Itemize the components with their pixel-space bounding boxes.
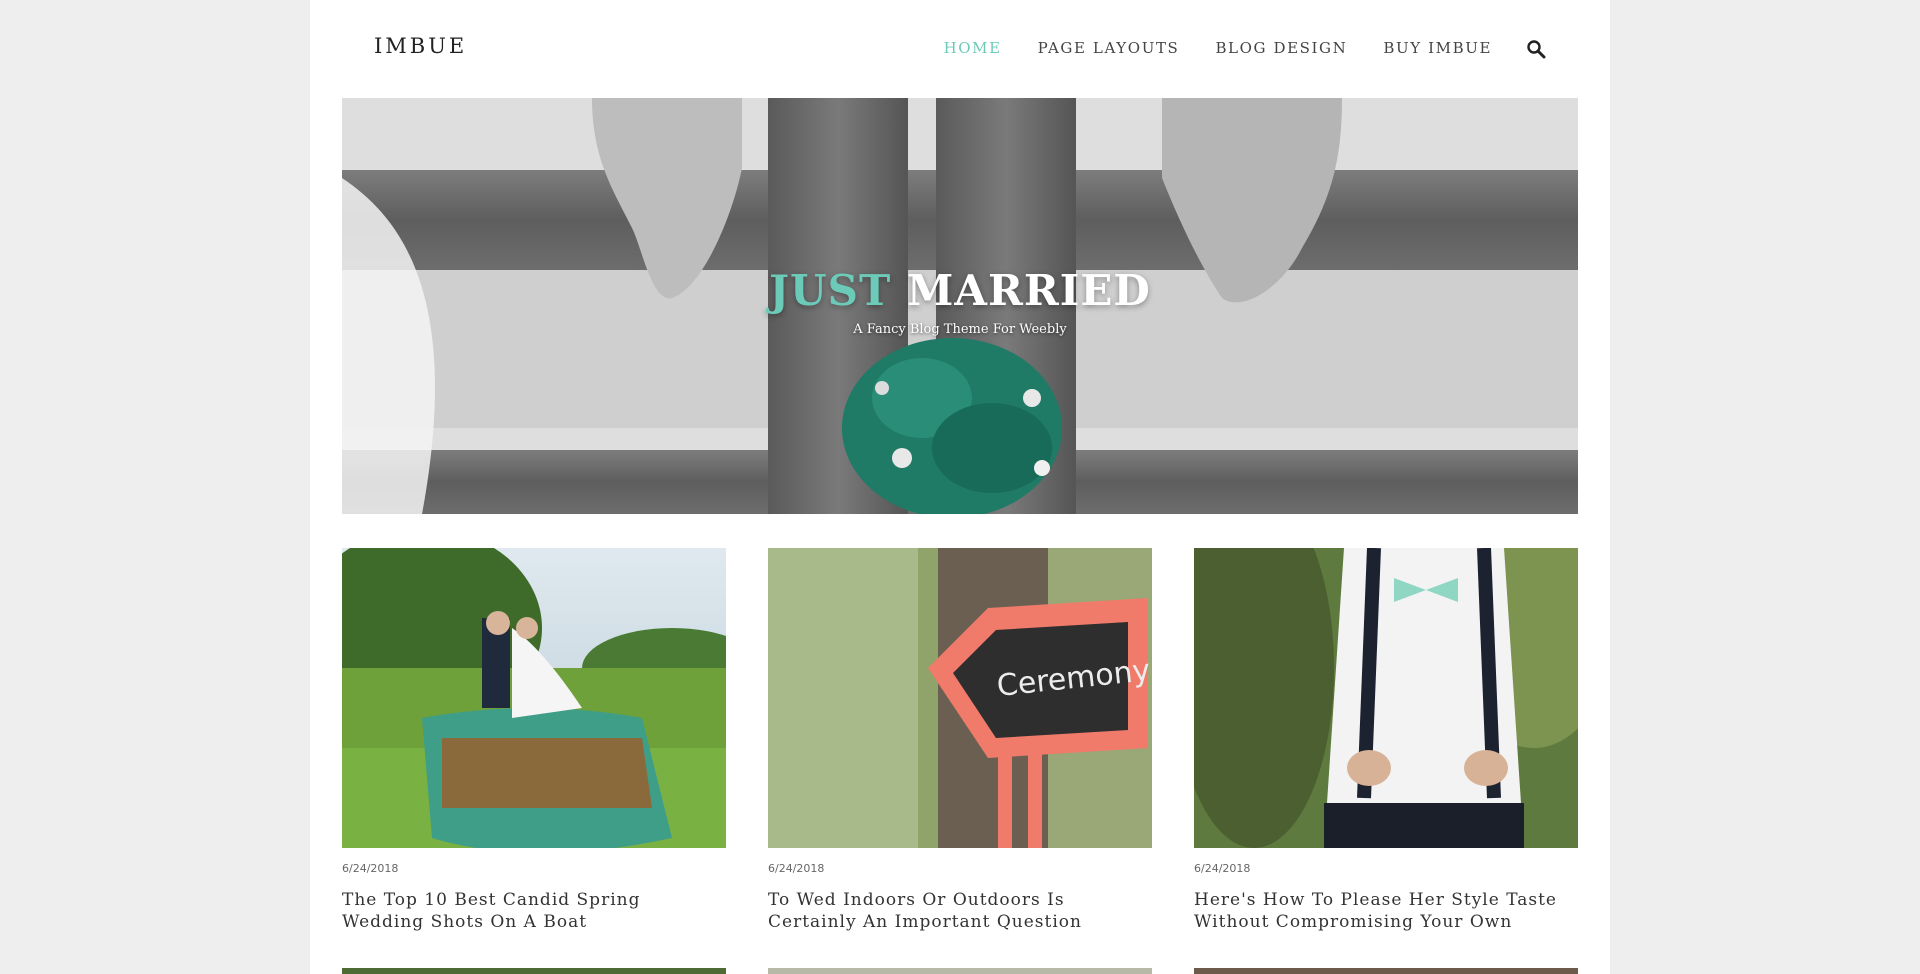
search-icon[interactable] <box>1526 39 1546 59</box>
site-logo[interactable]: IMBUE <box>374 34 467 58</box>
post-grid: 6/24/2018 The Top 10 Best Candid Spring … <box>342 548 1578 933</box>
main-nav: HOME PAGE LAYOUTS BLOG DESIGN BUY IMBUE <box>908 38 1546 59</box>
hero-title-accent: JUST <box>769 266 892 315</box>
post-card: Ceremony 6/24/2018 To Wed Indoors Or Out… <box>768 548 1152 933</box>
post-date: 6/24/2018 <box>1194 862 1251 875</box>
post-card: 6/24/2018 Here's How To Please Her Style… <box>1194 548 1578 933</box>
hero-title: JUST MARRIED <box>342 266 1578 315</box>
post-thumbnail-peek[interactable] <box>768 968 1152 974</box>
post-grid-next-row <box>342 968 1578 974</box>
post-title[interactable]: Here's How To Please Her Style Taste Wit… <box>1194 889 1578 933</box>
post-card: 6/24/2018 The Top 10 Best Candid Spring … <box>342 548 726 933</box>
hero-subtitle: A Fancy Blog Theme For Weebly <box>853 322 1067 337</box>
nav-page-layouts[interactable]: PAGE LAYOUTS <box>1038 39 1180 57</box>
post-thumbnail-ceremony[interactable]: Ceremony <box>768 548 1152 848</box>
nav-home[interactable]: HOME <box>944 39 1002 57</box>
page-container: IMBUE HOME PAGE LAYOUTS BLOG DESIGN BUY … <box>310 0 1610 974</box>
post-title[interactable]: To Wed Indoors Or Outdoors Is Certainly … <box>768 889 1152 933</box>
nav-buy-imbue[interactable]: BUY IMBUE <box>1383 39 1492 57</box>
post-thumbnail-peek[interactable] <box>1194 968 1578 974</box>
post-thumbnail-boat[interactable] <box>342 548 726 848</box>
post-date: 6/24/2018 <box>342 862 399 875</box>
nav-blog-design[interactable]: BLOG DESIGN <box>1215 39 1347 57</box>
post-date: 6/24/2018 <box>768 862 825 875</box>
site-header: IMBUE HOME PAGE LAYOUTS BLOG DESIGN BUY … <box>310 0 1610 98</box>
post-title[interactable]: The Top 10 Best Candid Spring Wedding Sh… <box>342 889 726 933</box>
hero-title-rest: MARRIED <box>906 266 1151 315</box>
post-thumbnail-peek[interactable] <box>342 968 726 974</box>
hero-banner: JUST MARRIED A Fancy Blog Theme For Weeb… <box>342 98 1578 514</box>
post-thumbnail-suspenders[interactable] <box>1194 548 1578 848</box>
